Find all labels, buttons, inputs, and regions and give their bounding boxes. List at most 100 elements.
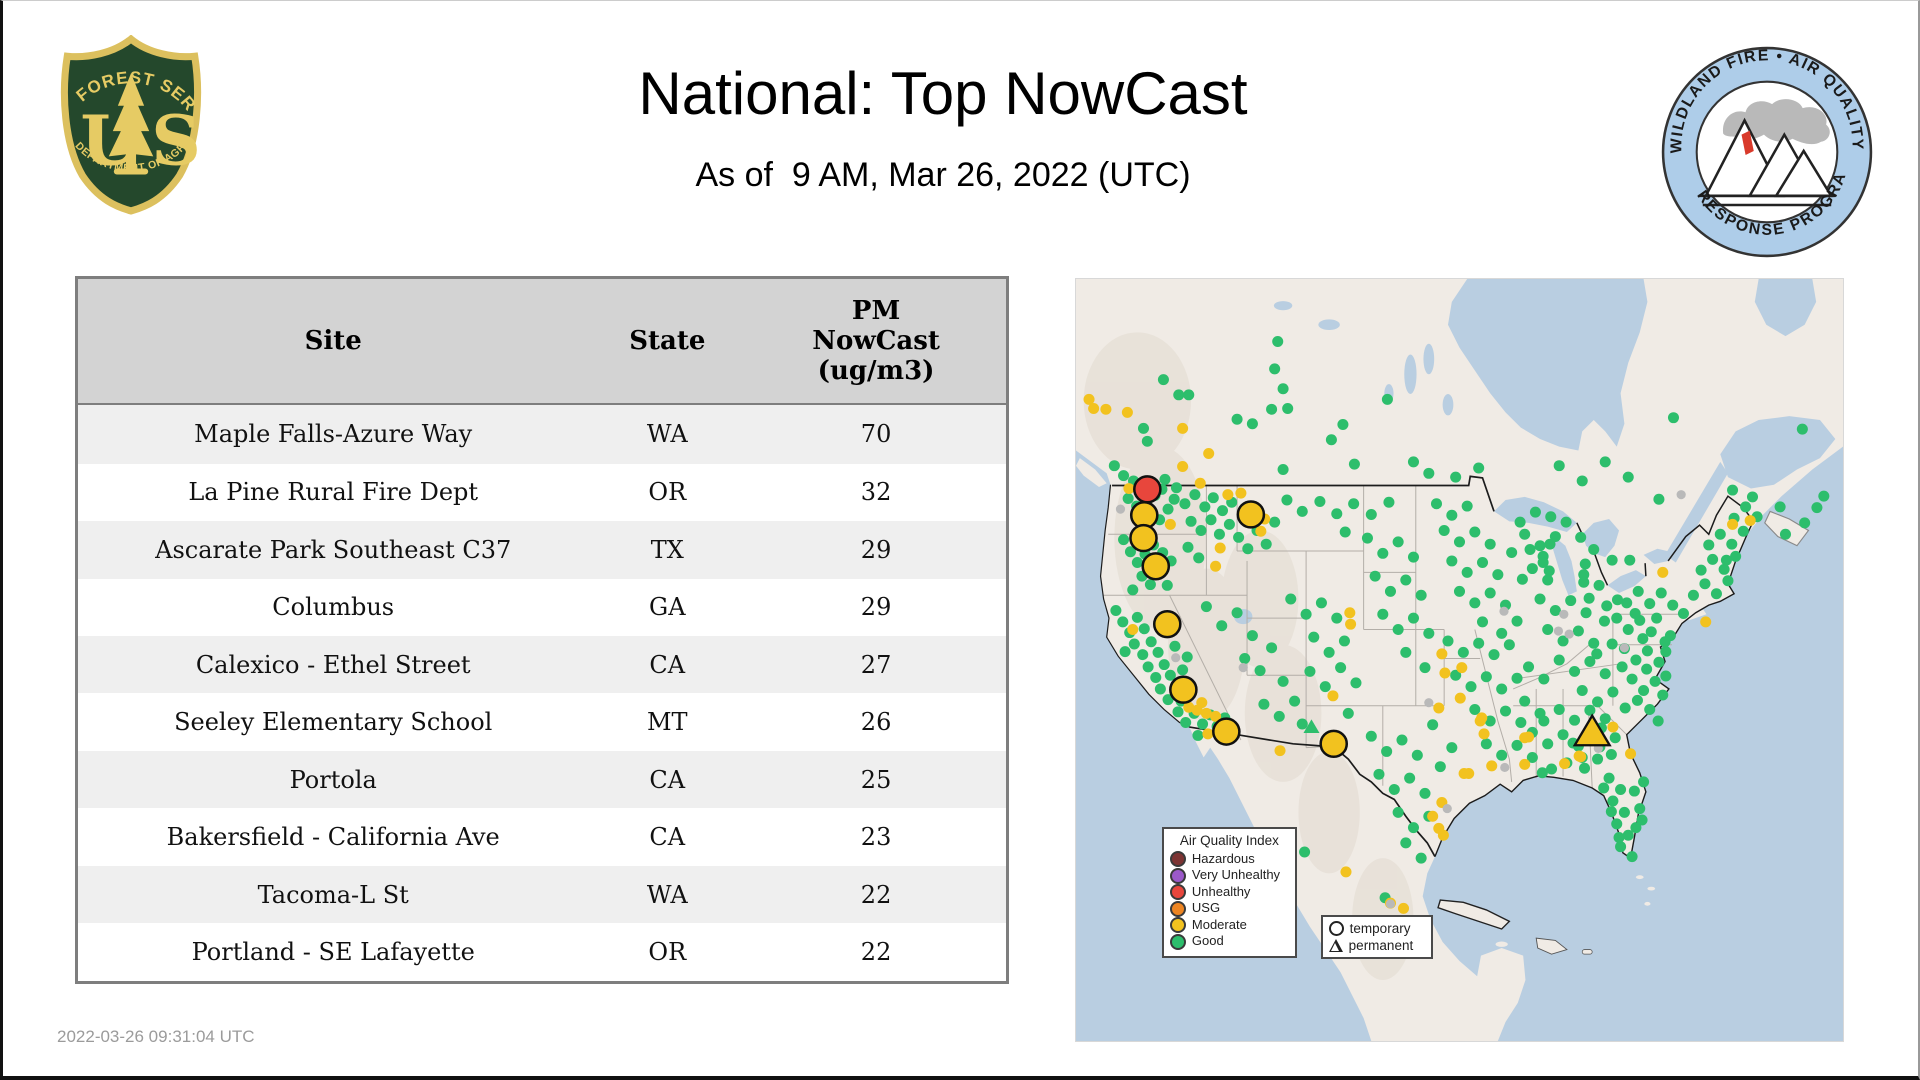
monitor-dot-good[interactable] bbox=[1774, 501, 1786, 513]
monitor-dot-good[interactable] bbox=[1484, 538, 1496, 550]
temporary-monitor-marker[interactable] bbox=[1152, 609, 1182, 639]
monitor-dot-good[interactable] bbox=[1818, 490, 1830, 502]
monitor-dot-good[interactable] bbox=[1195, 524, 1207, 536]
monitor-dot-good[interactable] bbox=[1607, 686, 1619, 698]
monitor-dot-good[interactable] bbox=[1415, 589, 1427, 601]
monitor-dot-good[interactable] bbox=[1534, 540, 1546, 552]
monitor-dot-good[interactable] bbox=[1325, 434, 1337, 446]
monitor-dot-good[interactable] bbox=[1496, 749, 1508, 761]
monitor-dot-good[interactable] bbox=[1365, 730, 1377, 742]
monitor-dot-moderate[interactable] bbox=[1397, 902, 1410, 914]
monitor-dot-good[interactable] bbox=[1373, 768, 1385, 780]
monitor-dot-good[interactable] bbox=[1496, 683, 1508, 695]
monitor-dot-good[interactable] bbox=[1576, 475, 1588, 487]
monitor-dot-good[interactable] bbox=[1488, 649, 1500, 661]
monitor-dot-good[interactable] bbox=[1407, 456, 1420, 468]
monitor-dot-good[interactable] bbox=[1619, 702, 1631, 714]
monitor-dot-moderate[interactable] bbox=[1222, 489, 1234, 501]
monitor-dot-good[interactable] bbox=[1117, 616, 1129, 628]
monitor-dot-good[interactable] bbox=[1524, 544, 1536, 555]
monitor-dot-good[interactable] bbox=[1430, 498, 1443, 510]
monitor-dot-good[interactable] bbox=[1652, 715, 1664, 727]
temporary-monitor-marker[interactable] bbox=[1133, 475, 1162, 504]
monitor-dot-moderate[interactable] bbox=[1121, 406, 1133, 418]
monitor-dot-inactive[interactable] bbox=[1500, 762, 1510, 773]
monitor-dot-good[interactable] bbox=[1622, 471, 1634, 483]
monitor-dot-good[interactable] bbox=[1453, 585, 1466, 597]
monitor-dot-moderate[interactable] bbox=[1327, 690, 1339, 702]
monitor-dot-moderate[interactable] bbox=[1607, 721, 1619, 733]
monitor-dot-moderate[interactable] bbox=[1478, 728, 1490, 740]
monitor-dot-good[interactable] bbox=[1644, 704, 1656, 716]
monitor-dot-good[interactable] bbox=[1246, 418, 1258, 430]
monitor-dot-good[interactable] bbox=[1170, 482, 1182, 494]
monitor-dot-good[interactable] bbox=[1601, 600, 1613, 612]
monitor-dot-good[interactable] bbox=[1599, 668, 1611, 680]
monitor-dot-inactive[interactable] bbox=[1115, 504, 1126, 514]
monitor-dot-good[interactable] bbox=[1569, 665, 1581, 677]
monitor-dot-good[interactable] bbox=[1150, 672, 1162, 684]
monitor-dot-inactive[interactable] bbox=[1238, 663, 1248, 673]
monitor-dot-good[interactable] bbox=[1369, 570, 1381, 582]
monitor-dot-good[interactable] bbox=[1392, 624, 1404, 636]
monitor-dot-good[interactable] bbox=[1632, 585, 1644, 597]
monitor-dot-good[interactable] bbox=[1415, 852, 1427, 864]
monitor-dot-good[interactable] bbox=[1296, 718, 1308, 730]
monitor-dot-moderate[interactable] bbox=[1474, 715, 1486, 727]
monitor-dot-inactive[interactable] bbox=[1424, 698, 1434, 708]
monitor-dot-good[interactable] bbox=[1592, 696, 1604, 708]
monitor-dot-inactive[interactable] bbox=[1553, 626, 1564, 636]
monitor-dot-inactive[interactable] bbox=[1559, 609, 1569, 619]
monitor-dot-good[interactable] bbox=[1434, 761, 1446, 773]
monitor-dot-good[interactable] bbox=[1677, 608, 1689, 620]
monitor-dot-good[interactable] bbox=[1615, 784, 1627, 796]
monitor-dot-good[interactable] bbox=[1377, 608, 1389, 620]
monitor-dot-good[interactable] bbox=[1118, 470, 1130, 482]
monitor-dot-good[interactable] bbox=[1667, 599, 1679, 611]
monitor-dot-good[interactable] bbox=[1480, 738, 1492, 750]
monitor-dot-good[interactable] bbox=[1622, 624, 1634, 636]
monitor-dot-good[interactable] bbox=[1183, 389, 1195, 401]
monitor-dot-good[interactable] bbox=[1659, 636, 1671, 648]
monitor-dot-good[interactable] bbox=[1630, 654, 1642, 666]
monitor-dot-good[interactable] bbox=[1598, 782, 1610, 794]
monitor-dot-good[interactable] bbox=[1323, 646, 1335, 658]
monitor-dot-good[interactable] bbox=[1613, 832, 1625, 844]
monitor-dot-good[interactable] bbox=[1157, 374, 1169, 386]
monitor-dot-good[interactable] bbox=[1703, 539, 1715, 551]
monitor-dot-good[interactable] bbox=[1611, 818, 1623, 830]
monitor-dot-good[interactable] bbox=[1213, 528, 1225, 540]
monitor-dot-good[interactable] bbox=[1667, 412, 1680, 424]
monitor-dot-good[interactable] bbox=[1746, 491, 1759, 503]
monitor-dot-good[interactable] bbox=[1144, 579, 1156, 591]
monitor-dot-good[interactable] bbox=[1189, 489, 1201, 501]
monitor-dot-good[interactable] bbox=[1484, 587, 1496, 599]
monitor-dot-good[interactable] bbox=[1506, 547, 1518, 559]
monitor-dot-good[interactable] bbox=[1545, 511, 1557, 523]
monitor-dot-good[interactable] bbox=[1419, 662, 1431, 674]
monitor-dot-good[interactable] bbox=[1576, 684, 1588, 696]
monitor-dot-good[interactable] bbox=[1660, 646, 1672, 658]
monitor-dot-good[interactable] bbox=[1609, 732, 1621, 744]
monitor-dot-good[interactable] bbox=[1569, 714, 1581, 726]
monitor-dot-moderate[interactable] bbox=[1486, 760, 1498, 772]
monitor-dot-good[interactable] bbox=[1572, 625, 1584, 637]
monitor-dot-good[interactable] bbox=[1185, 515, 1197, 527]
monitor-dot-moderate[interactable] bbox=[1210, 560, 1222, 572]
monitor-dot-good[interactable] bbox=[1199, 501, 1211, 513]
monitor-dot-moderate[interactable] bbox=[1214, 542, 1226, 554]
monitor-dot-good[interactable] bbox=[1350, 677, 1362, 689]
monitor-dot-good[interactable] bbox=[1624, 554, 1636, 566]
monitor-dot-good[interactable] bbox=[1138, 623, 1150, 635]
monitor-dot-good[interactable] bbox=[1603, 772, 1615, 784]
monitor-dot-moderate[interactable] bbox=[1274, 745, 1286, 757]
monitor-dot-inactive[interactable] bbox=[1499, 606, 1509, 616]
monitor-dot-good[interactable] bbox=[1529, 506, 1541, 518]
monitor-dot-good[interactable] bbox=[1519, 695, 1531, 707]
monitor-dot-good[interactable] bbox=[1722, 575, 1734, 587]
monitor-dot-moderate[interactable] bbox=[1202, 728, 1214, 740]
monitor-dot-good[interactable] bbox=[1272, 335, 1284, 347]
monitor-dot-good[interactable] bbox=[1296, 505, 1308, 517]
monitor-dot-good[interactable] bbox=[1499, 705, 1512, 717]
monitor-dot-good[interactable] bbox=[1281, 494, 1293, 506]
